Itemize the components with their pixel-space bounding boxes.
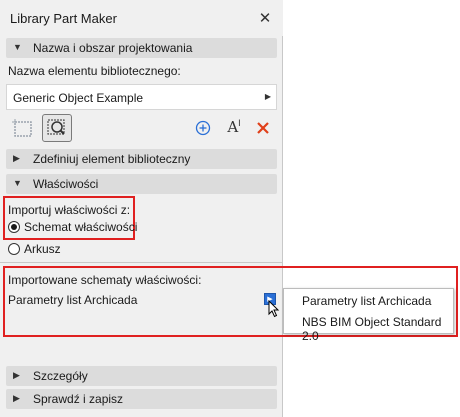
radio-dot	[11, 224, 17, 230]
radio-schema[interactable]	[8, 221, 20, 233]
expand-triangle-icon: ▶	[13, 153, 20, 163]
section-name-area[interactable]: ▼ Nazwa i obszar projektowania	[6, 38, 277, 58]
menu-item-nbs[interactable]: NBS BIM Object Standard 2.0	[302, 315, 453, 343]
close-icon[interactable]: ✕	[255, 8, 275, 28]
name-field-value: Generic Object Example	[13, 91, 144, 105]
collapse-triangle-icon: ▼	[13, 42, 22, 52]
name-field-label: Nazwa elementu bibliotecznego:	[8, 64, 181, 78]
section-label: Zdefiniuj element biblioteczny	[33, 152, 191, 166]
imported-schema-value: Parametry list Archicada	[8, 293, 138, 307]
section-label: Nazwa i obszar projektowania	[33, 41, 193, 55]
section-check-save[interactable]: ▶ Sprawdź i zapisz	[6, 389, 277, 409]
schema-dropdown-menu: Parametry list Archicada NBS BIM Object …	[283, 288, 454, 343]
frame-icon	[12, 119, 32, 137]
object-frame-tool-button[interactable]	[10, 117, 36, 141]
chevron-right-icon: ▶	[264, 92, 271, 101]
zoom-frame-icon	[47, 119, 65, 135]
zoom-frame-tool-button[interactable]	[42, 114, 72, 142]
window-title: Library Part Maker	[10, 11, 117, 26]
menu-item-archicada[interactable]: Parametry list Archicada	[302, 294, 431, 308]
divider	[0, 262, 283, 263]
library-part-name-field[interactable]: Generic Object Example ▶	[6, 84, 277, 110]
import-label: Importuj właściwości z:	[8, 203, 131, 217]
mouse-cursor-icon	[268, 299, 280, 321]
section-details[interactable]: ▶ Szczegóły	[6, 366, 277, 386]
add-icon[interactable]	[193, 118, 213, 138]
section-label: Sprawdź i zapisz	[33, 392, 124, 406]
section-label: Szczegóły	[33, 369, 88, 383]
expand-triangle-icon: ▶	[13, 370, 20, 380]
radio-sheet-label: Arkusz	[24, 242, 61, 256]
section-properties[interactable]: ▼ Właściwości	[6, 174, 277, 194]
imported-schemas-label: Importowane schematy właściwości:	[8, 273, 202, 287]
section-label: Właściwości	[33, 177, 99, 191]
expand-triangle-icon: ▶	[13, 393, 20, 403]
text-format-icon[interactable]: AI	[222, 117, 246, 137]
delete-icon[interactable]	[253, 118, 273, 138]
radio-sheet[interactable]	[8, 243, 20, 255]
section-define[interactable]: ▶ Zdefiniuj element biblioteczny	[6, 149, 277, 169]
radio-schema-label: Schemat właściwości	[24, 220, 138, 234]
collapse-triangle-icon: ▼	[13, 178, 22, 188]
